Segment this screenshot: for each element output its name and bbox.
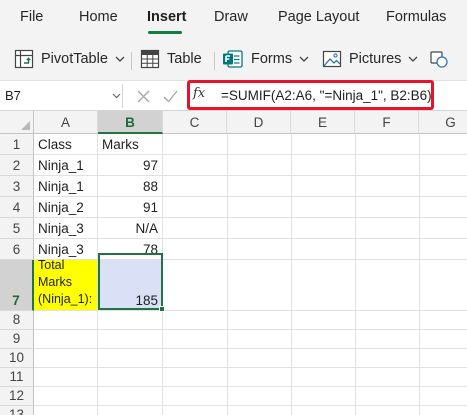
pictures-button[interactable]: Pictures: [322, 48, 418, 70]
tab-draw[interactable]: Draw: [214, 9, 248, 25]
table-label: Table: [167, 51, 202, 67]
pivottable-button[interactable]: PivotTable: [14, 48, 125, 70]
pivottable-label: PivotTable: [41, 51, 108, 67]
table-icon: [140, 49, 160, 69]
tab-formulas[interactable]: Formulas: [386, 9, 446, 25]
shapes-button[interactable]: [430, 48, 467, 70]
name-box[interactable]: B7: [0, 84, 123, 108]
forms-button[interactable]: Forms: [222, 48, 309, 70]
pictures-label: Pictures: [349, 51, 402, 67]
pictures-icon: [322, 50, 342, 68]
forms-label: Forms: [251, 51, 293, 67]
tab-insert[interactable]: Insert: [147, 9, 187, 25]
chevron-down-icon: [299, 56, 309, 62]
ribbon-tabs: File Home Insert Draw Page Layout Formul…: [0, 0, 467, 38]
fill-handle[interactable]: [159, 306, 165, 312]
tab-page-layout[interactable]: Page Layout: [278, 9, 359, 25]
spreadsheet-grid: A B C D E F G 1 2 3 4 5 6 7 8 9 10 11 12…: [0, 111, 467, 415]
formula-highlight-box: [187, 80, 434, 110]
chevron-down-icon: [115, 56, 125, 62]
shapes-icon: [430, 51, 448, 68]
ribbon-commands: PivotTable Table Forms Pictures: [0, 38, 467, 80]
table-button[interactable]: Table: [140, 48, 202, 70]
ribbon-separator: [131, 52, 132, 70]
active-tab-indicator: [148, 31, 182, 34]
pivottable-icon: [14, 49, 34, 69]
enter-icon[interactable]: [163, 90, 178, 103]
gridlines: [34, 134, 467, 415]
tab-file[interactable]: File: [20, 9, 43, 25]
chevron-down-icon[interactable]: [112, 93, 121, 99]
cancel-icon[interactable]: [137, 90, 150, 103]
tab-home[interactable]: Home: [79, 9, 118, 25]
ribbon-separator: [214, 52, 215, 70]
chevron-down-icon: [408, 56, 418, 62]
forms-icon: [223, 50, 243, 68]
